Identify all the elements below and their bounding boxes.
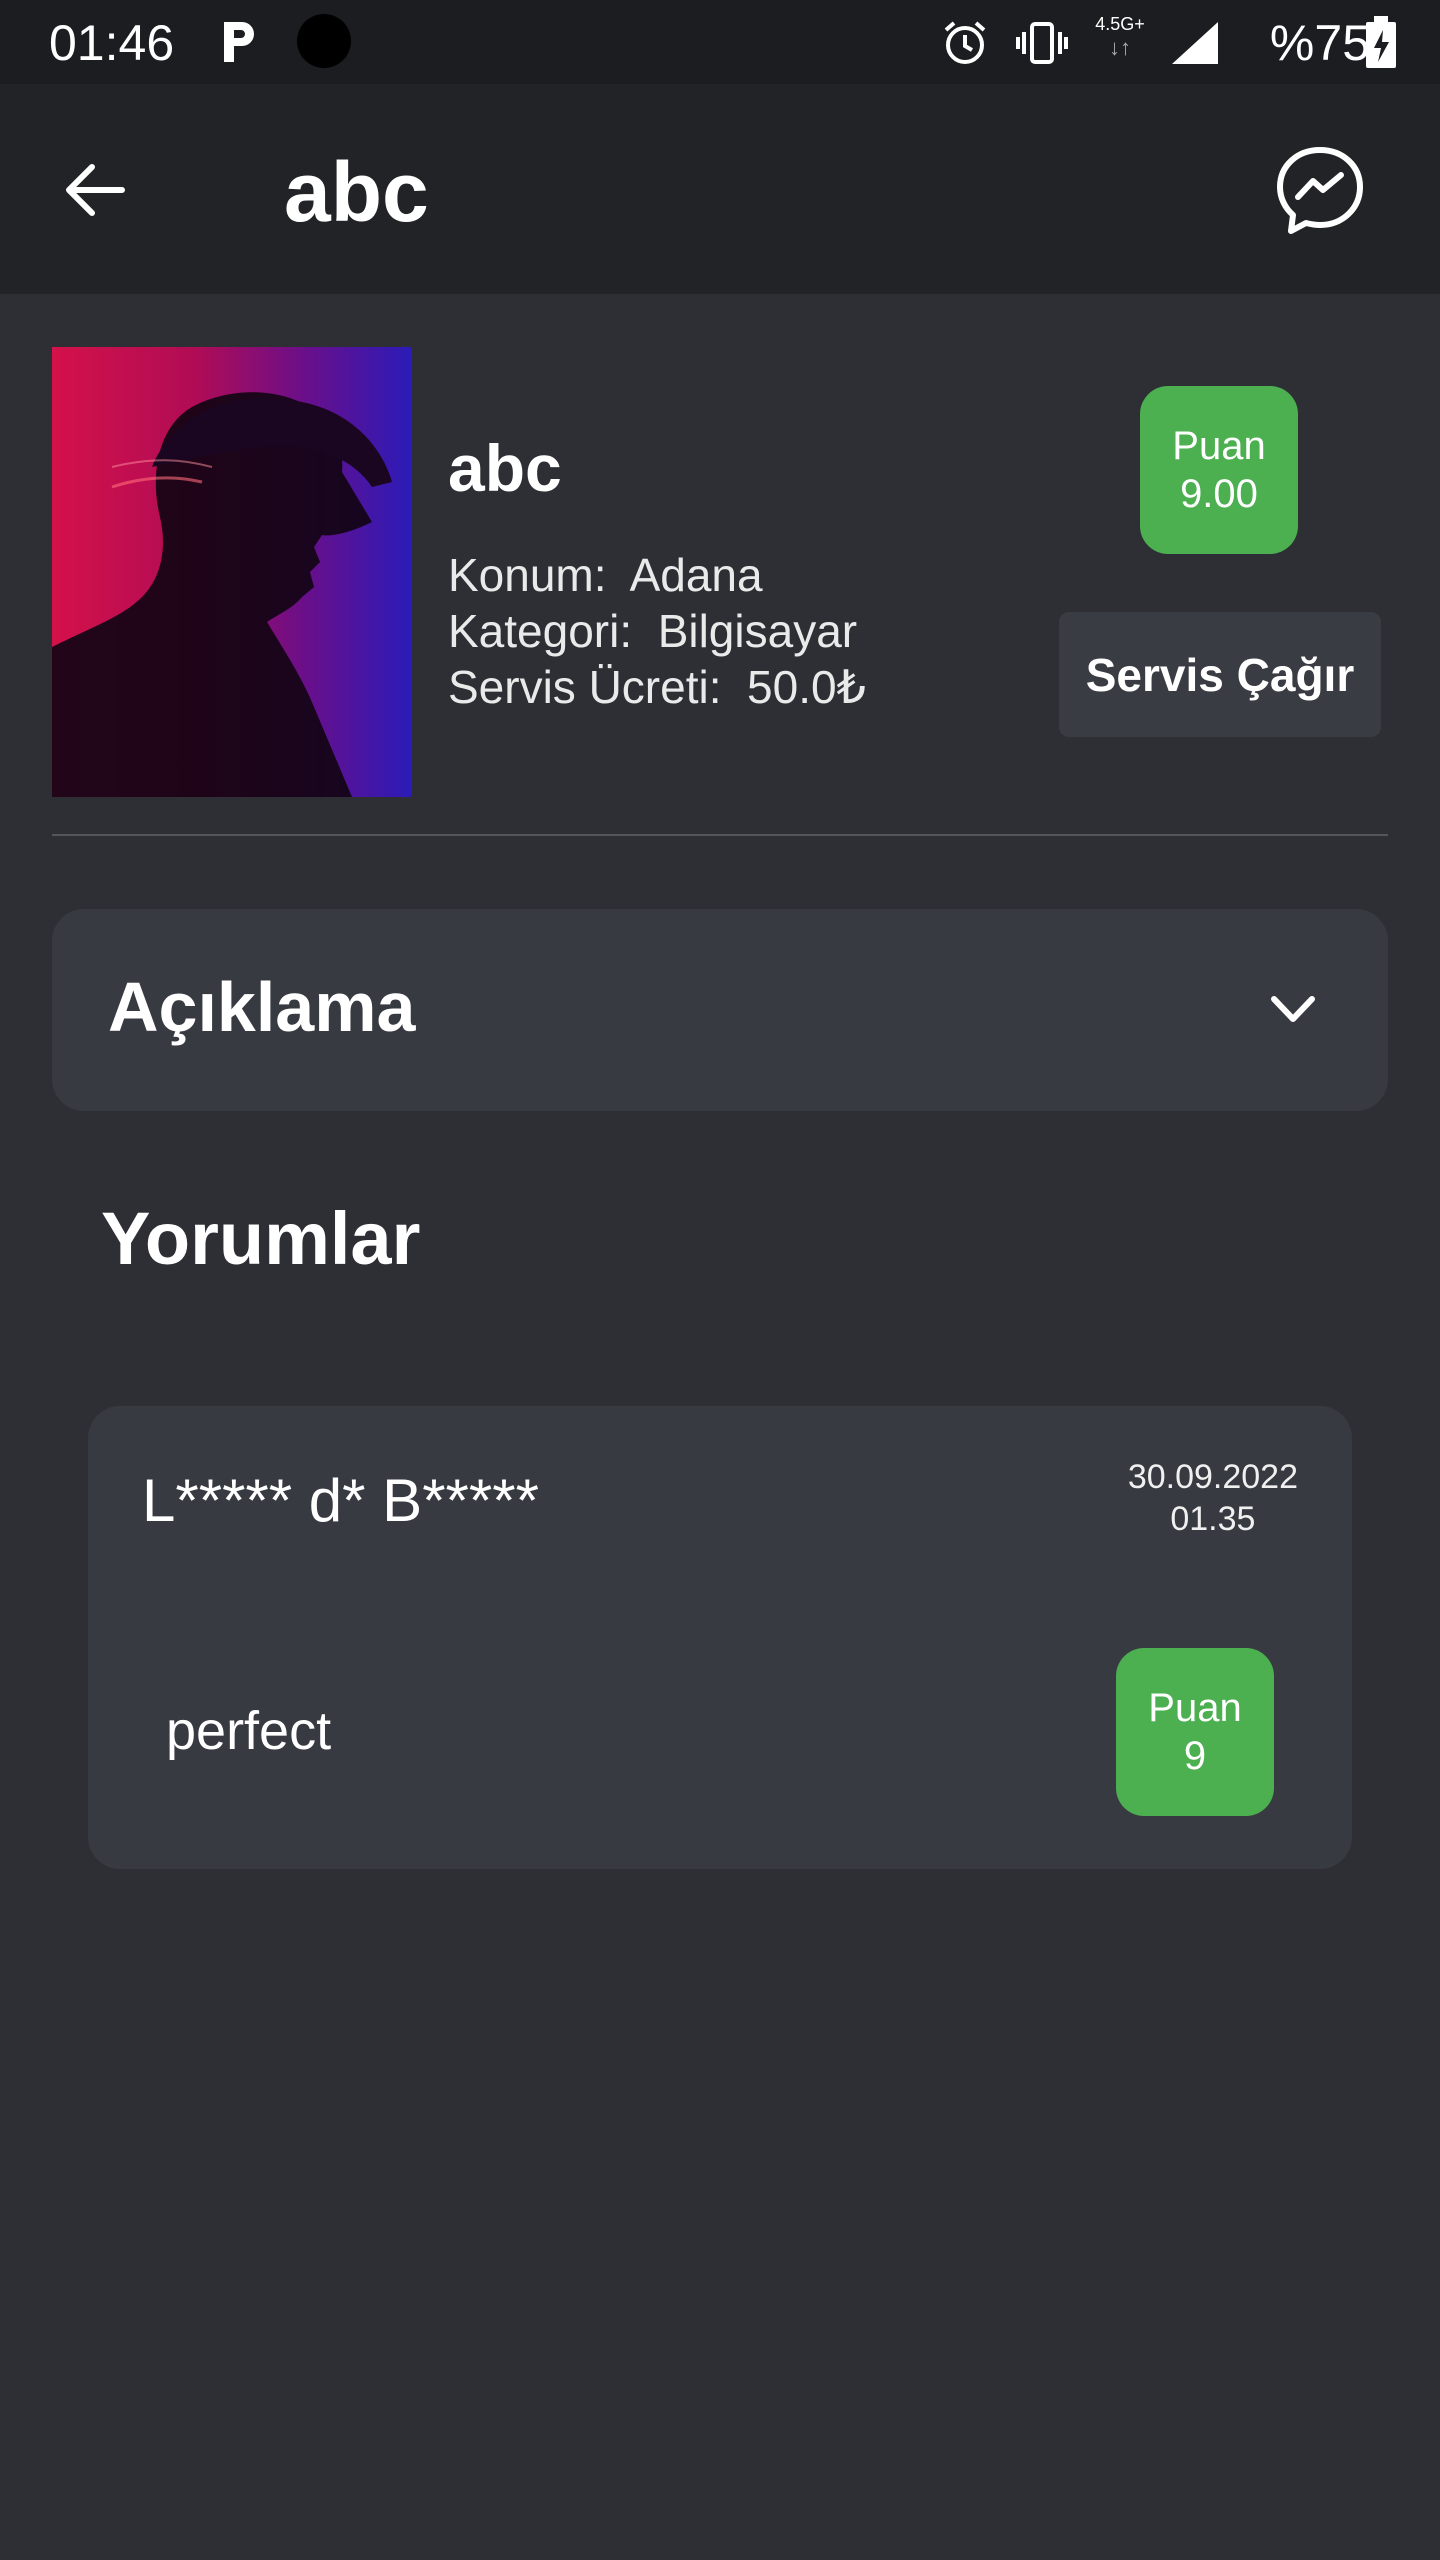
battery-level: %75 <box>1269 15 1370 71</box>
messenger-icon[interactable] <box>1274 144 1366 236</box>
profile-photo <box>52 347 412 797</box>
parking-icon <box>220 18 260 66</box>
comment-date-time: 01.35 <box>1170 1500 1256 1538</box>
fee-row: Servis Ücreti: 50.0₺ <box>448 660 866 714</box>
vibrate-icon <box>1016 22 1068 64</box>
description-accordion[interactable]: Açıklama <box>52 909 1388 1111</box>
back-arrow-icon[interactable] <box>62 157 128 223</box>
alarm-icon <box>944 21 986 64</box>
rating-value: 9.00 <box>1180 472 1258 516</box>
location-value: Adana <box>629 549 763 601</box>
status-time: 01:46 <box>49 15 175 71</box>
description-title: Açıklama <box>108 968 416 1046</box>
category-value: Bilgisayar <box>657 605 858 657</box>
comment-rating-badge: Puan 9 <box>1116 1648 1274 1816</box>
category-row: Kategori: Bilgisayar <box>448 604 857 658</box>
location-label: Konum: <box>448 549 607 601</box>
comment-user: L***** d* B***** <box>142 1467 539 1534</box>
comment-text: perfect <box>166 1701 332 1761</box>
comments-title: Yorumlar <box>101 1197 421 1280</box>
signal-icon <box>1172 22 1218 64</box>
comment-date-day: 30.09.2022 <box>1127 1458 1298 1496</box>
call-service-button[interactable]: Servis Çağır <box>1059 612 1381 737</box>
rating-badge: Puan 9.00 <box>1140 386 1298 554</box>
app-bar: abc <box>0 84 1440 294</box>
fee-label: Servis Ücreti: <box>448 661 722 713</box>
comment-rating-value: 9 <box>1183 1734 1207 1778</box>
camera-cutout <box>297 14 351 68</box>
comment-card: L***** d* B***** 30.09.2022 01.35 perfec… <box>88 1406 1352 1869</box>
category-label: Kategori: <box>448 605 633 657</box>
network-label: 4.5G+ <box>1095 14 1145 34</box>
fee-value: 50.0₺ <box>747 661 866 713</box>
rating-label: Puan <box>1172 424 1266 468</box>
chevron-down-icon[interactable] <box>1268 989 1318 1029</box>
provider-name: abc <box>448 431 562 505</box>
comment-date: 30.09.2022 01.35 <box>1128 1456 1298 1540</box>
page-title: abc <box>284 145 429 239</box>
comment-rating-label: Puan <box>1148 1686 1242 1730</box>
status-bar: 01:46 4.5G+ ↓↑ %75 <box>0 0 1440 84</box>
network-icon: 4.5G+ ↓↑ <box>1090 14 1150 70</box>
divider <box>52 834 1388 836</box>
location-row: Konum: Adana <box>448 548 763 602</box>
